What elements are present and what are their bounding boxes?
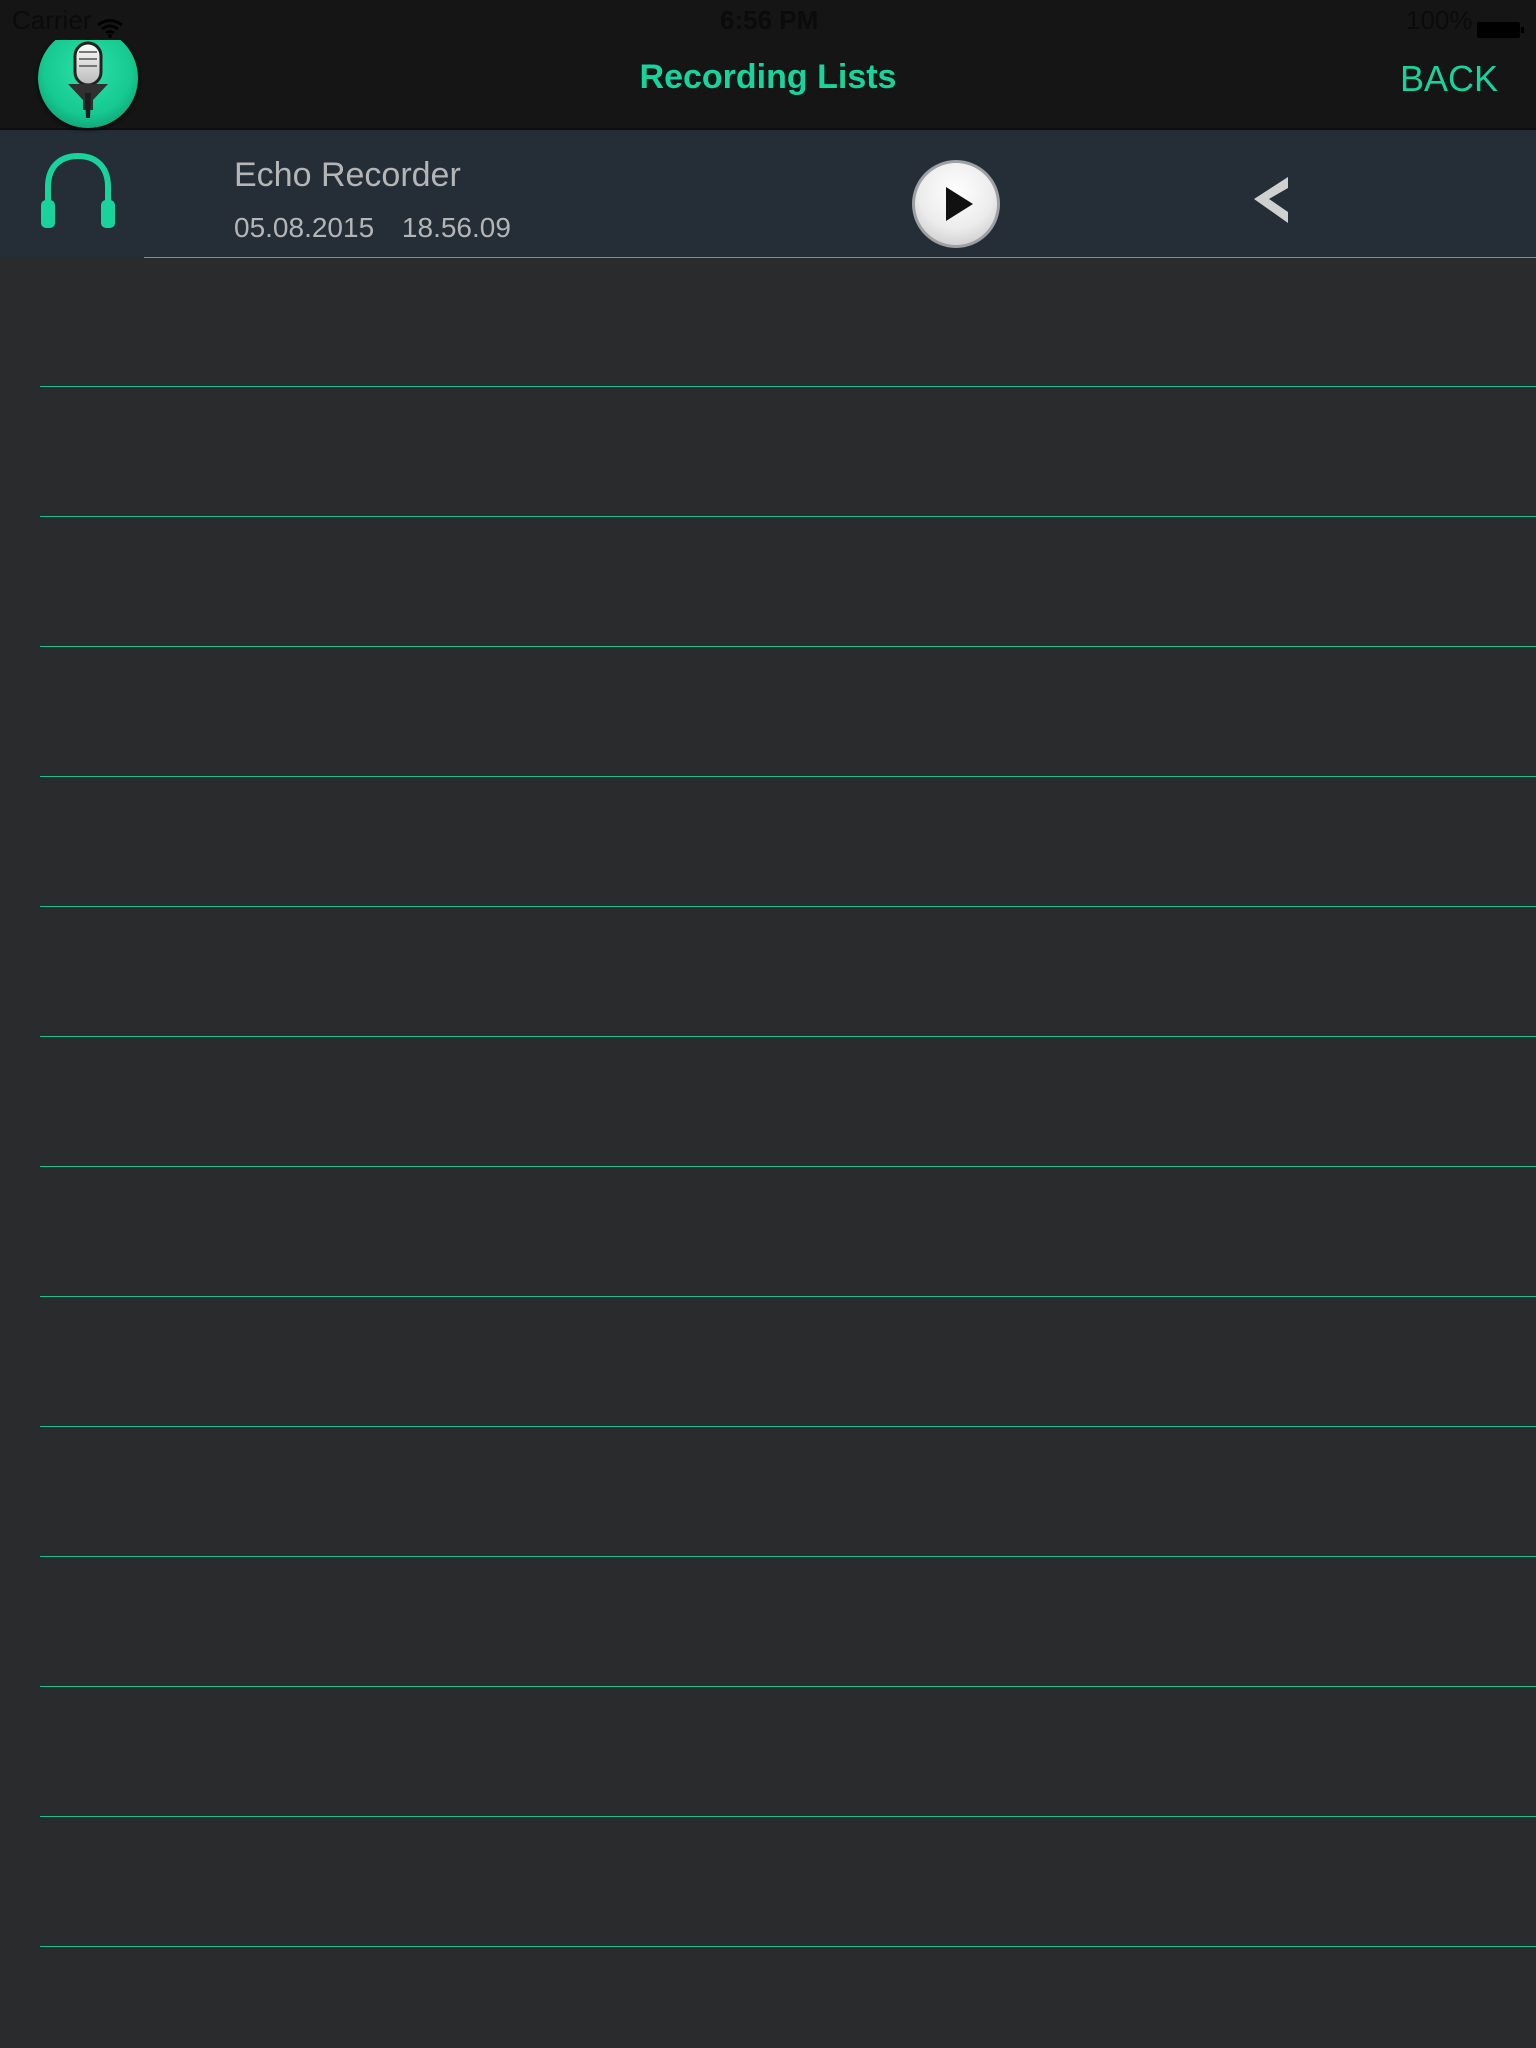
status-bar: Carrier 6:56 PM 100%	[0, 0, 1536, 40]
headphones-icon	[38, 152, 118, 232]
recording-date: 05.08.2015	[234, 212, 375, 243]
list-separator	[40, 1166, 1536, 1167]
battery-icon	[1476, 11, 1526, 38]
recording-list[interactable]: Echo Recorder 05.08.2015 18.56.09	[0, 128, 1536, 2048]
list-separator	[40, 1946, 1536, 1947]
list-separator	[40, 516, 1536, 517]
list-separator	[40, 1296, 1536, 1297]
recording-metadata: 05.08.2015 18.56.09	[234, 212, 511, 244]
status-time: 6:56 PM	[720, 5, 819, 35]
list-separator	[40, 776, 1536, 777]
list-separator	[40, 1816, 1536, 1817]
list-separator	[40, 1426, 1536, 1427]
list-separator	[40, 1036, 1536, 1037]
recording-lists-screen: Recording Lists BACK Carrier 6:56 PM 100…	[0, 0, 1536, 2048]
carrier-label: Carrier	[12, 5, 92, 35]
list-separator	[40, 646, 1536, 647]
list-separator	[40, 386, 1536, 387]
list-separator	[40, 1686, 1536, 1687]
recording-title: Echo Recorder	[234, 156, 461, 194]
chevron-left-button[interactable]	[1246, 172, 1294, 228]
list-item[interactable]: Echo Recorder 05.08.2015 18.56.09	[0, 128, 1536, 257]
list-separator	[40, 1556, 1536, 1557]
recording-time: 18.56.09	[401, 212, 511, 243]
battery-percentage: 100%	[1406, 5, 1473, 35]
back-button[interactable]: BACK	[1400, 58, 1498, 100]
chevron-left-icon	[1254, 177, 1288, 223]
list-separator	[144, 257, 1536, 258]
list-separator	[40, 906, 1536, 907]
wifi-icon	[96, 9, 124, 38]
play-icon	[946, 187, 973, 221]
page-title: Recording Lists	[639, 58, 897, 96]
play-button[interactable]	[912, 160, 1000, 248]
